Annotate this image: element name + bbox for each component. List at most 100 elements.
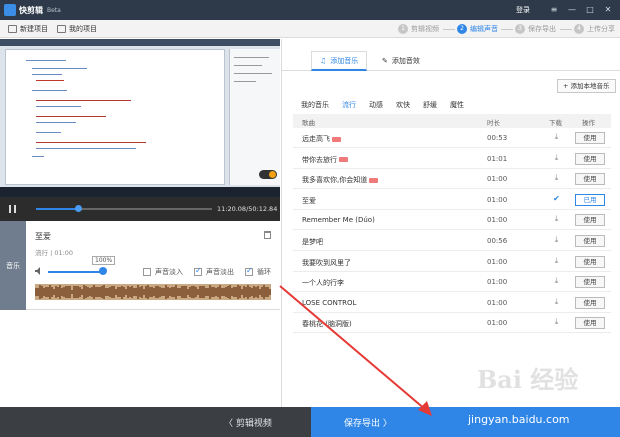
download-icon[interactable]: ⤓	[552, 173, 561, 183]
category-tab[interactable]: 欢快	[396, 100, 410, 110]
maximize-icon[interactable]: □	[584, 4, 596, 16]
download-icon[interactable]: ⤓	[552, 153, 561, 163]
app-name: 快剪辑	[19, 6, 43, 15]
preview-code-editor	[5, 49, 225, 185]
step-upload-share[interactable]: 4 上传分享	[574, 23, 615, 35]
baidu-watermark-url: jingyan.baidu.com	[468, 413, 570, 426]
use-song-button[interactable]: 使用	[575, 317, 605, 330]
step-edit-audio[interactable]: 2 编辑声音	[457, 23, 498, 35]
download-icon[interactable]: ⤓	[552, 214, 561, 224]
use-song-button[interactable]: 使用	[575, 255, 605, 268]
back-to-edit-video-button[interactable]: 〈 剪辑视频	[224, 416, 272, 429]
use-song-button[interactable]: 使用	[575, 235, 605, 247]
category-tab[interactable]: 魔性	[450, 100, 464, 110]
song-row[interactable]: 是梦吧 00:56 ⤓ 使用	[293, 231, 611, 251]
fade-out-label: 声音淡出	[206, 268, 234, 276]
download-icon[interactable]: ⤓	[552, 132, 561, 142]
loop-label: 循环	[257, 268, 271, 276]
song-name: 我要吹到风里了	[302, 258, 351, 268]
category-tab[interactable]: 动感	[369, 100, 383, 110]
my-projects-button[interactable]: 我的项目	[57, 23, 97, 35]
my-projects-label: 我的项目	[69, 25, 97, 33]
step-number: 1	[398, 24, 408, 34]
download-icon[interactable]: ⤓	[552, 256, 561, 266]
category-tabs: 我的音乐 流行 动感 欢快 舒缓 魔性	[301, 100, 464, 110]
download-icon[interactable]: ⤓	[552, 317, 561, 327]
music-side-tab-label: 音乐	[6, 262, 20, 270]
pause-icon[interactable]	[9, 205, 16, 213]
use-song-button[interactable]: 已用	[575, 193, 605, 206]
track-title: 至爱	[35, 232, 51, 241]
hot-tag-icon	[332, 136, 341, 142]
song-row[interactable]: Remember Me (Dúo) 01:00 ⤓ 使用	[293, 210, 611, 231]
step-edit-video[interactable]: 1 剪辑视频	[398, 23, 439, 35]
song-row[interactable]: 春桃花 (脑洞版) 01:00 ⤓ 使用	[293, 313, 611, 334]
menu-icon[interactable]: ≡	[548, 4, 560, 16]
volume-slider[interactable]	[48, 271, 103, 273]
title-bar: 快剪辑 Beta 登录 ≡ — □ ✕	[0, 0, 620, 20]
song-name: 远走高飞	[302, 134, 341, 144]
song-row[interactable]: 带你去旅行 01:01 ⤓ 使用	[293, 149, 611, 169]
step-connector	[501, 29, 513, 30]
song-duration: 00:56	[487, 237, 508, 245]
song-name: 我多喜欢你,你会知道	[302, 175, 379, 185]
trash-icon[interactable]	[264, 231, 271, 239]
song-duration: 00:53	[487, 134, 508, 142]
beta-badge: Beta	[47, 7, 61, 14]
song-name-text: 一个人的行李	[302, 279, 344, 288]
use-song-button[interactable]: 使用	[575, 173, 605, 186]
step-label: 上传分享	[587, 25, 615, 33]
fade-in-label: 声音淡入	[155, 268, 183, 276]
add-local-music-button[interactable]: + 添加本地音乐	[557, 79, 616, 93]
minimize-icon[interactable]: —	[566, 4, 578, 16]
column-download: 下载	[549, 119, 562, 127]
save-export-button[interactable]: 保存导出 〉	[311, 407, 620, 437]
seek-handle[interactable]	[75, 205, 83, 212]
fade-in-checkbox[interactable]: 声音淡入	[143, 267, 183, 277]
category-tab[interactable]: 舒缓	[423, 100, 437, 110]
song-name-text: 我要吹到风里了	[302, 258, 351, 267]
song-duration: 01:00	[487, 216, 508, 225]
download-icon[interactable]: ⤓	[552, 297, 561, 307]
category-tab[interactable]: 我的音乐	[301, 100, 329, 110]
step-number: 3	[515, 24, 525, 34]
use-song-button[interactable]: 使用	[575, 296, 605, 309]
fade-out-checkbox[interactable]: 声音淡出	[194, 266, 234, 277]
login-link[interactable]: 登录	[516, 5, 530, 15]
use-song-button[interactable]: 使用	[575, 152, 605, 165]
download-icon[interactable]: ⤓	[552, 276, 561, 286]
tab-add-music[interactable]: ♫ 添加音乐	[311, 51, 368, 71]
song-name-text: 春桃花 (脑洞版)	[302, 320, 352, 329]
song-row[interactable]: 一个人的行李 01:00 ⤓ 使用	[293, 272, 611, 293]
download-icon[interactable]: ⤓	[552, 235, 561, 245]
use-song-button[interactable]: 使用	[575, 276, 605, 289]
step-save-export[interactable]: 3 保存导出	[515, 23, 556, 35]
loop-checkbox[interactable]: 循环	[245, 266, 271, 277]
category-tab[interactable]: 流行	[342, 100, 356, 110]
song-row[interactable]: 我多喜欢你,你会知道 01:00 ⤓ 使用	[293, 169, 611, 190]
song-row[interactable]: 至爱 01:00 ✔ 已用	[293, 190, 611, 210]
volume-handle[interactable]	[99, 267, 107, 275]
use-song-button[interactable]: 使用	[575, 214, 605, 227]
song-name-text: 至爱	[302, 196, 316, 205]
preview-side-panel	[229, 49, 280, 185]
tab-add-sound-effect[interactable]: ✎ 添加音效	[374, 51, 428, 71]
baidu-watermark-logo: Bai 经验	[477, 365, 579, 394]
use-song-button[interactable]: 使用	[575, 132, 605, 144]
close-icon[interactable]: ✕	[602, 4, 614, 16]
song-row[interactable]: 远走高飞 00:53 ⤓ 使用	[293, 128, 611, 148]
downloaded-check-icon[interactable]: ✔	[552, 194, 561, 204]
song-name: 春桃花 (脑洞版)	[302, 319, 352, 329]
tab-add-music-label: 添加音乐	[330, 56, 359, 65]
column-action: 操作	[582, 119, 595, 127]
audio-waveform[interactable]	[35, 284, 271, 300]
preview-toggle	[259, 170, 277, 179]
music-side-tab[interactable]: 音乐	[0, 221, 26, 310]
app-logo-icon	[4, 4, 16, 16]
song-row[interactable]: 我要吹到风里了 01:00 ⤓ 使用	[293, 252, 611, 272]
video-preview[interactable]	[0, 39, 280, 197]
song-name: 带你去旅行	[302, 155, 348, 165]
tab-add-sfx-label: 添加音效	[391, 57, 420, 65]
song-row[interactable]: LOSE CONTROL 01:00 ⤓ 使用	[293, 293, 611, 313]
new-project-button[interactable]: 新建项目	[8, 23, 48, 35]
